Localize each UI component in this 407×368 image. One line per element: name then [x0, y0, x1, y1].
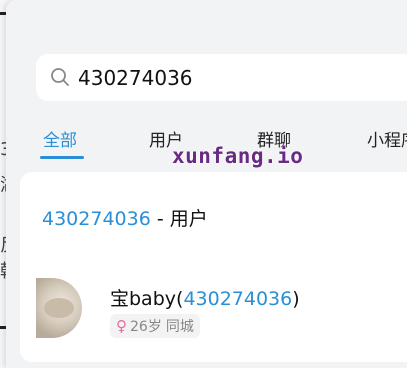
- user-display-name: 宝baby: [110, 288, 177, 310]
- watermark: xunfang.io: [172, 144, 304, 168]
- section-query: 430274036: [42, 208, 151, 230]
- tab-mini-programs[interactable]: 小程序: [367, 126, 407, 151]
- gender-age-badge: ♀ 26岁 同城: [110, 314, 200, 338]
- search-box[interactable]: [36, 54, 407, 101]
- user-result-row[interactable]: 宝baby(430274036) ♀ 26岁 同城: [36, 278, 407, 348]
- user-age: 26岁: [130, 319, 162, 335]
- user-id: 430274036: [183, 288, 293, 310]
- user-name: 宝baby(430274036): [110, 284, 300, 311]
- avatar-image-detail: [44, 298, 74, 318]
- paren-close: ): [292, 288, 300, 310]
- section-type-label: 用户: [169, 208, 208, 230]
- section-separator: -: [150, 208, 170, 230]
- search-panel: 全部 用户 群聊 小程序 430274036 - 用户 宝baby(430274…: [6, 0, 407, 368]
- active-tab-indicator: [40, 156, 84, 159]
- avatar: [36, 278, 82, 338]
- tab-all[interactable]: 全部: [43, 126, 77, 151]
- search-input[interactable]: [78, 54, 407, 101]
- search-icon: [51, 68, 69, 86]
- section-header: 430274036 - 用户: [42, 204, 208, 231]
- results-card: 430274036 - 用户 宝baby(430274036) ♀ 26岁 同城: [20, 172, 407, 362]
- badge-extra: 同城: [165, 319, 194, 335]
- female-icon: ♀: [116, 317, 127, 335]
